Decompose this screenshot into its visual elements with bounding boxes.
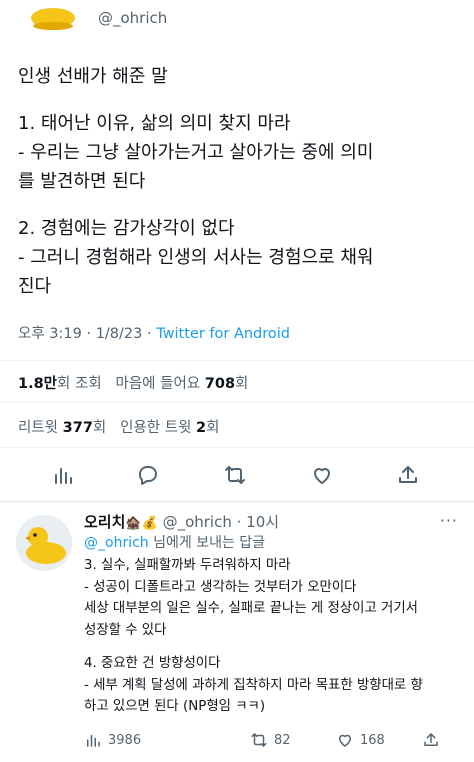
- author-handle[interactable]: @_ohrich: [98, 9, 167, 27]
- views-count: 1.8만: [18, 376, 58, 392]
- divider: [0, 360, 474, 361]
- tweet-point1-title: 1. 태어난 이유, 삶의 의미 찾지 마라: [18, 113, 291, 134]
- quotes-prefix[interactable]: 인용한 트윗: [120, 420, 191, 436]
- reply-like-count: 168: [360, 732, 385, 748]
- tweet-time[interactable]: 오후 3:19: [18, 326, 82, 342]
- tweet-text: 인생 선배가 해준 말 1. 태어난 이유, 삶의 의미 찾지 마라 - 우리는…: [18, 62, 458, 301]
- reply-author-name[interactable]: 오리치: [84, 513, 125, 531]
- share-icon[interactable]: [422, 731, 440, 749]
- reply-author-handle[interactable]: @_ohrich: [163, 513, 232, 531]
- reply-line: 3. 실수, 실패할까봐 두려워하지 마라: [84, 558, 291, 573]
- reply-time[interactable]: · 10시: [237, 513, 279, 531]
- reply-views-count: 3986: [108, 732, 142, 748]
- reply-line: - 성공이 디폴트라고 생각하는 것부터가 오만이다: [84, 579, 357, 595]
- tweet-action-bar: [0, 455, 474, 495]
- reply-retweet[interactable]: 82: [250, 731, 291, 749]
- more-options-icon[interactable]: ···: [440, 511, 458, 530]
- tweet-meta: 오후 3:19 · 1/8/23 · Twitter for Android: [18, 322, 290, 343]
- tweet-point2-line2: 진다: [18, 276, 52, 297]
- retweets-count[interactable]: 377: [63, 420, 93, 436]
- retweets-prefix[interactable]: 리트윗: [18, 420, 58, 436]
- tweet-point1-line1: - 우리는 그냥 살아가는거고 살아가는 중에 의미: [18, 142, 374, 163]
- like-icon[interactable]: [307, 461, 337, 489]
- reply-to-line: @_ohrich 님에게 보내는 답글: [84, 532, 265, 552]
- share-icon[interactable]: [393, 461, 423, 489]
- retweets-suffix: 회: [92, 420, 107, 436]
- reply-retweet-count: 82: [274, 732, 291, 748]
- quotes-count[interactable]: 2: [196, 420, 206, 436]
- likes-count[interactable]: 708: [205, 376, 235, 392]
- retweet-icon: [251, 733, 267, 747]
- avatar[interactable]: [16, 515, 72, 571]
- reply-text: 3. 실수, 실패할까봐 두려워하지 마라 - 성공이 디폴트라고 생각하는 것…: [84, 555, 464, 718]
- tweet-point2-title: 2. 경험에는 감가상각이 없다: [18, 218, 235, 239]
- duck-avatar-icon: [16, 515, 72, 571]
- reply-to-text: 님에게 보내는 답글: [148, 535, 266, 551]
- divider: [0, 402, 474, 403]
- reply-like[interactable]: 168: [336, 731, 385, 749]
- analytics-icon[interactable]: [48, 461, 78, 489]
- retweet-quote-stats: 리트윗 377회 인용한 트윗 2회: [18, 416, 219, 437]
- analytics-icon: [87, 734, 100, 747]
- views-label: 회 조회: [57, 376, 102, 392]
- views-likes-stats: 1.8만회 조회 마음에 들어요 708회: [18, 372, 248, 393]
- reply-views[interactable]: 3986: [84, 731, 141, 749]
- retweet-icon[interactable]: [220, 461, 250, 489]
- likes-prefix[interactable]: 마음에 들어요: [116, 376, 201, 392]
- reply-icon[interactable]: [133, 461, 163, 489]
- reply-tweet[interactable]: 오리치🏚️💰 @_ohrich · 10시 ··· @_ohrich 님에게 보…: [0, 503, 474, 762]
- reply-line: 하고 있으면 된다 (NP형임 ㅋㅋ): [84, 699, 266, 714]
- reply-line: - 세부 계획 달성에 과하게 집착하지 마라 목표한 방향대로 향: [84, 677, 423, 693]
- tweet-source[interactable]: Twitter for Android: [156, 326, 290, 342]
- reply-line: 세상 대부분의 일은 실수, 실패로 끝나는 게 정상이고 거기서: [84, 601, 418, 616]
- tweet-point2-line1: - 그러니 경험해라 인생의 서사는 경험으로 채워: [18, 247, 374, 268]
- tweet-title: 인생 선배가 해준 말: [18, 66, 168, 87]
- reply-line: 4. 중요한 건 방향성이다: [84, 656, 221, 671]
- duck-avatar-icon[interactable]: [28, 4, 78, 30]
- reply-action-bar: 3986 82 168: [84, 728, 464, 758]
- likes-suffix: 회: [235, 376, 249, 392]
- meta-dot-2: ·: [146, 326, 157, 342]
- tweet-point1-line2: 를 발견하면 된다: [18, 171, 146, 192]
- reply-author-emoji: 🏚️💰: [125, 516, 158, 531]
- top-author-row[interactable]: @_ohrich: [14, 0, 454, 36]
- tweet-date[interactable]: 1/8/23: [96, 326, 143, 342]
- quotes-suffix: 회: [206, 420, 220, 436]
- reply-to-mention[interactable]: @_ohrich: [84, 535, 149, 551]
- meta-dot-1: ·: [86, 326, 96, 342]
- like-icon: [339, 734, 351, 747]
- reply-line: 성장할 수 있다: [84, 622, 167, 638]
- divider: [0, 447, 474, 448]
